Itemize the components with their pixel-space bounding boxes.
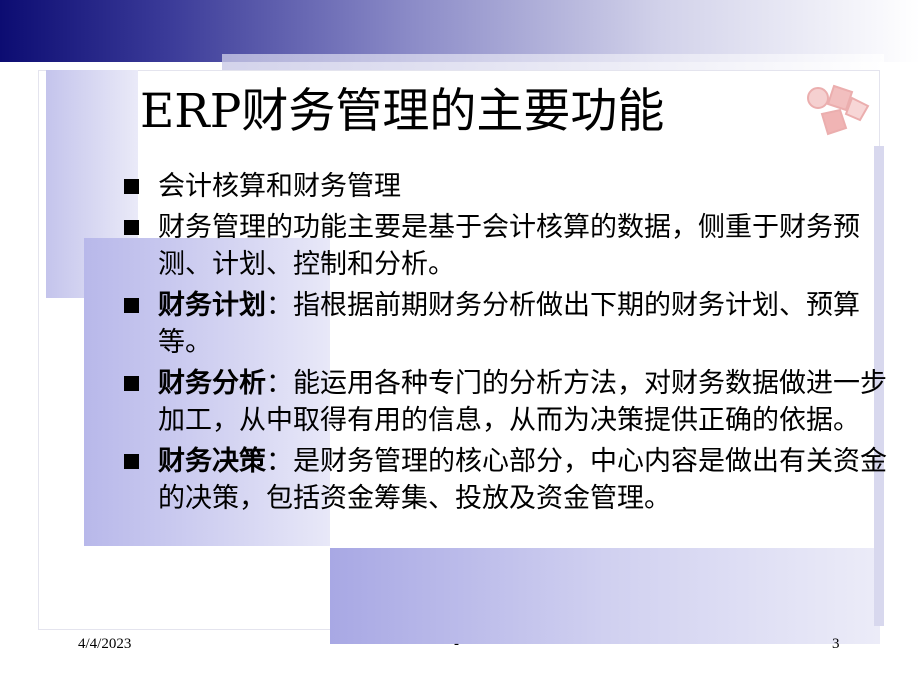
footer-center: - — [454, 636, 459, 652]
bullet-item: 财务分析：能运用各种专门的分析方法，对财务数据做进一步加工，从中取得有用的信息，… — [120, 365, 890, 439]
header-gradient-band — [0, 0, 920, 62]
bullet-text: 会计核算和财务管理 — [158, 171, 401, 202]
bullet-list: 会计核算和财务管理 财务管理的功能主要是基于会计核算的数据，侧重于财务预测、计划… — [120, 168, 890, 521]
square-bullet-icon — [124, 179, 139, 194]
bullet-lead: 财务计划 — [158, 290, 266, 321]
bullet-item: 会计核算和财务管理 — [120, 168, 890, 205]
header-inset-band — [222, 54, 884, 70]
bullet-item: 财务管理的功能主要是基于会计核算的数据，侧重于财务预测、计划、控制和分析。 — [120, 209, 890, 283]
bullet-item: 财务计划：指根据前期财务分析做出下期的财务计划、预算等。 — [120, 287, 890, 361]
decor-block-bottom — [330, 548, 880, 644]
footer-date: 4/4/2023 — [78, 636, 132, 652]
square-bullet-icon — [124, 454, 139, 469]
bullet-lead: 财务分析 — [158, 368, 266, 399]
square-bullet-icon — [124, 376, 139, 391]
square-bullet-icon — [124, 220, 139, 235]
page-number: 3 — [832, 636, 840, 652]
bullet-lead: 财务决策 — [158, 446, 266, 477]
decorative-cube-logo-icon — [807, 84, 870, 136]
bullet-text: ：能运用各种专门的分析方法，对财务数据做进一步加工，从中取得有用的信息，从而为决… — [158, 368, 887, 436]
bullet-text: ：是财务管理的核心部分，中心内容是做出有关资金的决策，包括资金筹集、投放及资金管… — [158, 446, 887, 514]
slide-title: ERP财务管理的主要功能 — [140, 84, 665, 139]
bullet-item: 财务决策：是财务管理的核心部分，中心内容是做出有关资金的决策，包括资金筹集、投放… — [120, 443, 890, 517]
square-bullet-icon — [124, 298, 139, 313]
bullet-text: 财务管理的功能主要是基于会计核算的数据，侧重于财务预测、计划、控制和分析。 — [158, 212, 860, 280]
